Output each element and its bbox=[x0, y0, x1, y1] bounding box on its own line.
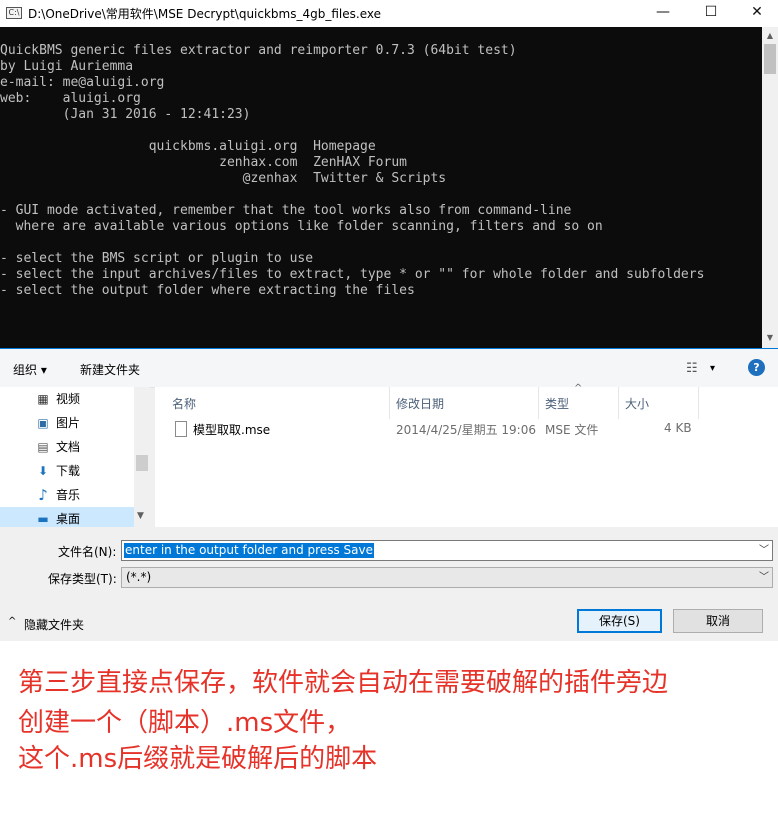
filename-input[interactable]: enter in the output folder and press Sav… bbox=[121, 540, 773, 561]
nav-item-label: 图片 bbox=[56, 416, 81, 430]
dialog-form: 文件名(N): enter in the output folder and p… bbox=[0, 527, 778, 641]
console-scrollbar[interactable]: ▲ ▼ bbox=[762, 27, 778, 348]
hide-folders-toggle[interactable]: 隐藏文件夹 bbox=[24, 616, 84, 633]
filetype-select[interactable]: (*.*) ﹀ bbox=[121, 567, 773, 588]
column-divider[interactable] bbox=[389, 387, 390, 419]
save-button[interactable]: 保存(S) bbox=[577, 609, 662, 633]
column-header-name[interactable]: 名称 bbox=[172, 387, 196, 419]
maximize-button[interactable]: ☐ bbox=[688, 0, 734, 27]
file-type: MSE 文件 bbox=[545, 423, 599, 437]
column-header-date[interactable]: 修改日期 bbox=[396, 387, 444, 419]
nav-item-downloads[interactable]: ⬇ 下载 bbox=[0, 459, 134, 483]
close-button[interactable]: ✕ bbox=[734, 0, 778, 27]
picture-icon: ▣ bbox=[37, 416, 49, 430]
minimize-button[interactable]: — bbox=[640, 0, 686, 27]
column-divider[interactable] bbox=[698, 387, 699, 419]
desktop-icon: ▬ bbox=[37, 512, 49, 526]
nav-item-documents[interactable]: ▤ 文档 bbox=[0, 435, 134, 459]
console-window: C:\ D:\OneDrive\常用软件\MSE Decrypt\quickbm… bbox=[0, 0, 778, 348]
nav-item-desktop[interactable]: ▬ 桌面 bbox=[0, 507, 134, 527]
nav-item-label: 音乐 bbox=[56, 488, 81, 502]
video-icon: ▦ bbox=[37, 392, 49, 406]
console-app-icon: C:\ bbox=[6, 7, 22, 19]
music-icon: ♪ bbox=[38, 486, 48, 504]
file-date: 2014/4/25/星期五 19:06 bbox=[396, 423, 536, 437]
document-icon: ▤ bbox=[37, 440, 49, 454]
view-dropdown-icon[interactable]: ▾ bbox=[710, 363, 715, 374]
nav-item-pictures[interactable]: ▣ 图片 bbox=[0, 411, 134, 435]
nav-item-videos[interactable]: ▦ 视频 bbox=[0, 387, 134, 411]
scroll-down-icon[interactable]: ▼ bbox=[762, 331, 778, 345]
console-output: QuickBMS generic files extractor and rei… bbox=[0, 27, 762, 348]
organize-menu[interactable]: 组织 ▾ bbox=[13, 361, 47, 378]
dialog-toolbar: 组织 ▾ 新建文件夹 ☷ ▾ ? bbox=[0, 349, 778, 388]
annotation-line: 创建一个（脚本）.ms文件， bbox=[18, 708, 352, 738]
new-folder-button[interactable]: 新建文件夹 bbox=[80, 361, 140, 378]
help-icon[interactable]: ? bbox=[748, 359, 765, 376]
nav-item-label: 下载 bbox=[56, 464, 81, 478]
window-title: D:\OneDrive\常用软件\MSE Decrypt\quickbms_4g… bbox=[28, 7, 381, 21]
column-header-size[interactable]: 大小 bbox=[625, 387, 649, 419]
navigation-pane: ▦ 视频 ▣ 图片 ▤ 文档 ⬇ 下载 ♪ 音乐 ▬ 桌面 bbox=[0, 387, 150, 527]
chevron-up-icon[interactable]: ^ bbox=[8, 616, 16, 627]
title-bar: C:\ D:\OneDrive\常用软件\MSE Decrypt\quickbm… bbox=[0, 0, 778, 27]
annotation-line: 第三步直接点保存，软件就会自动在需要破解的插件旁边 bbox=[18, 668, 669, 698]
chevron-down-icon[interactable]: ﹀ bbox=[759, 568, 769, 587]
annotation-line: 这个.ms后缀就是破解后的脚本 bbox=[18, 744, 378, 774]
filename-value[interactable]: enter in the output folder and press Sav… bbox=[124, 543, 374, 558]
column-divider[interactable] bbox=[538, 387, 539, 419]
nav-scroll-down-icon[interactable]: ▼ bbox=[137, 511, 144, 521]
console-text: QuickBMS generic files extractor and rei… bbox=[0, 43, 705, 298]
nav-item-label: 文档 bbox=[56, 440, 81, 454]
sort-ascending-icon: ^ bbox=[574, 383, 583, 394]
chevron-down-icon[interactable]: ﹀ bbox=[759, 541, 769, 560]
nav-item-music[interactable]: ♪ 音乐 bbox=[0, 483, 134, 507]
cancel-button[interactable]: 取消 bbox=[673, 609, 763, 633]
nav-scrollbar[interactable]: ▼ bbox=[134, 387, 150, 527]
file-size: 4 KB bbox=[664, 421, 692, 435]
filename-label: 文件名(N): bbox=[58, 545, 117, 559]
file-list: 名称 修改日期 类型 ^ 大小 模型取取.mse 2014/4/25/星期五 1… bbox=[155, 383, 778, 527]
view-options-icon[interactable]: ☷ bbox=[686, 361, 698, 376]
save-dialog: 组织 ▾ 新建文件夹 ☷ ▾ ? ▦ 视频 ▣ 图片 ▤ 文档 ⬇ 下载 ♪ 音… bbox=[0, 348, 778, 641]
file-icon bbox=[175, 421, 187, 437]
column-divider[interactable] bbox=[618, 387, 619, 419]
filetype-value: (*.*) bbox=[126, 570, 152, 584]
scroll-up-icon[interactable]: ▲ bbox=[762, 29, 778, 43]
nav-scroll-thumb[interactable] bbox=[136, 455, 148, 471]
nav-item-label: 视频 bbox=[56, 392, 81, 406]
filetype-label: 保存类型(T): bbox=[48, 572, 117, 586]
column-header-type[interactable]: 类型 bbox=[545, 387, 569, 419]
console-scroll-thumb[interactable] bbox=[764, 44, 776, 74]
download-icon: ⬇ bbox=[37, 464, 49, 478]
file-name: 模型取取.mse bbox=[193, 423, 271, 437]
